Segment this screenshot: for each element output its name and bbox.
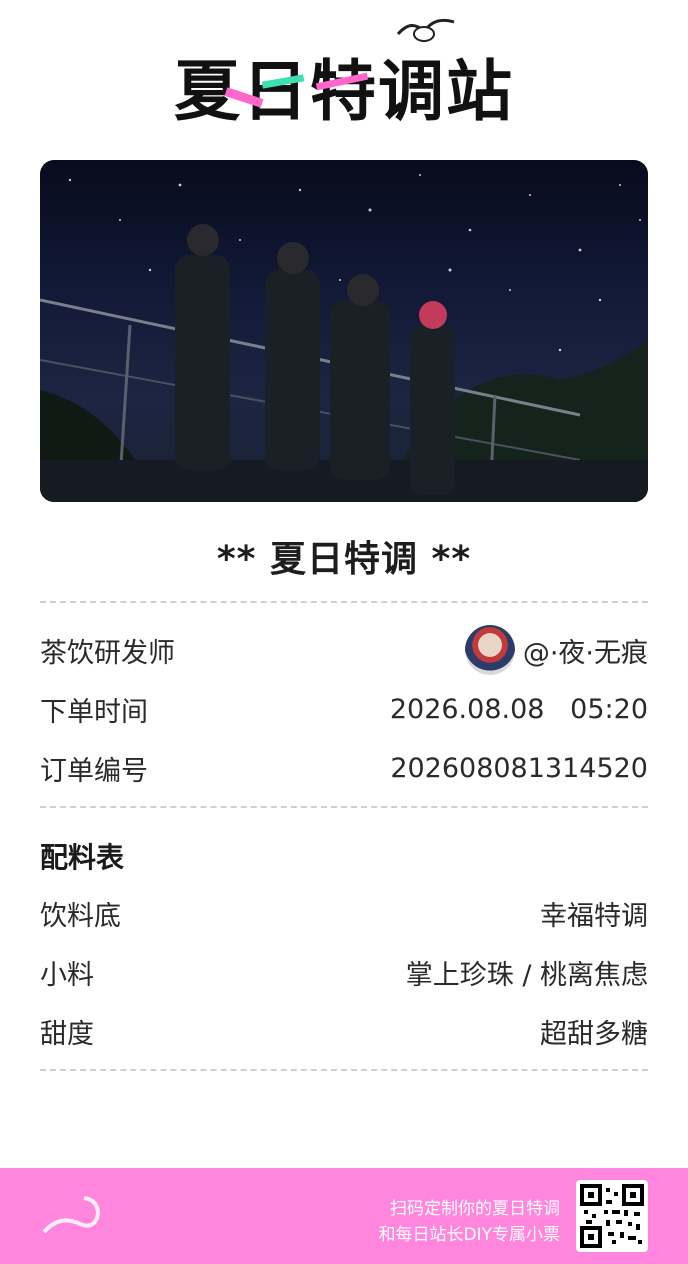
recipe-value: 超甜多糖 [540, 1018, 648, 1050]
info-label: 茶饮研发师 [40, 637, 175, 669]
hero-image [40, 160, 648, 502]
ticket-title: ** 夏日特调 ** [216, 539, 472, 580]
recipe-row-base: 饮料底 幸福特调 [40, 893, 648, 933]
footer-promo-text: 扫码定制你的夏日特调 和每日站长DIY专属小票 [379, 1196, 561, 1248]
recipe-value: 掌上珍珠 / 桃离焦虑 [405, 959, 648, 991]
swirl-decoration-icon [42, 1196, 101, 1234]
qr-code[interactable] [576, 1180, 648, 1252]
recipe-value: 幸福特调 [540, 900, 648, 932]
qr-code-icon [580, 1184, 644, 1248]
logo-text: 夏日特调站 [174, 53, 514, 130]
recipe-heading: 配料表 [40, 841, 125, 874]
recipe-label: 小料 [40, 959, 94, 991]
dashed-divider [40, 1069, 648, 1071]
footer-line-1: 扫码定制你的夏日特调 [390, 1199, 560, 1219]
footer-line-2: 和每日站长DIY专属小票 [378, 1225, 561, 1245]
developer-name: @·夜·无痕 [522, 637, 648, 669]
info-row-developer: 茶饮研发师 @·夜·无痕 [40, 625, 648, 675]
order-number-value: 202608081314520 [390, 752, 648, 784]
app-logo: 夏日特调站 [0, 0, 688, 140]
recipe-row-toppings: 小料 掌上珍珠 / 桃离焦虑 [40, 952, 648, 992]
dashed-divider [40, 806, 648, 808]
footer-banner: 扫码定制你的夏日特调 和每日站长DIY专属小票 [0, 1168, 688, 1264]
info-label: 订单编号 [40, 755, 148, 787]
info-row-order-number: 订单编号 202608081314520 [40, 748, 648, 788]
recipe-row-sweetness: 甜度 超甜多糖 [40, 1011, 648, 1051]
recipe-label: 饮料底 [40, 900, 121, 932]
avatar [464, 625, 515, 675]
night-scene-illustration [40, 174, 648, 502]
dashed-divider [40, 601, 648, 603]
order-time-value: 2026.08.08 05:20 [389, 693, 648, 725]
info-row-order-time: 下单时间 2026.08.08 05:20 [40, 689, 648, 729]
recipe-label: 甜度 [40, 1018, 94, 1050]
info-label: 下单时间 [40, 696, 148, 728]
